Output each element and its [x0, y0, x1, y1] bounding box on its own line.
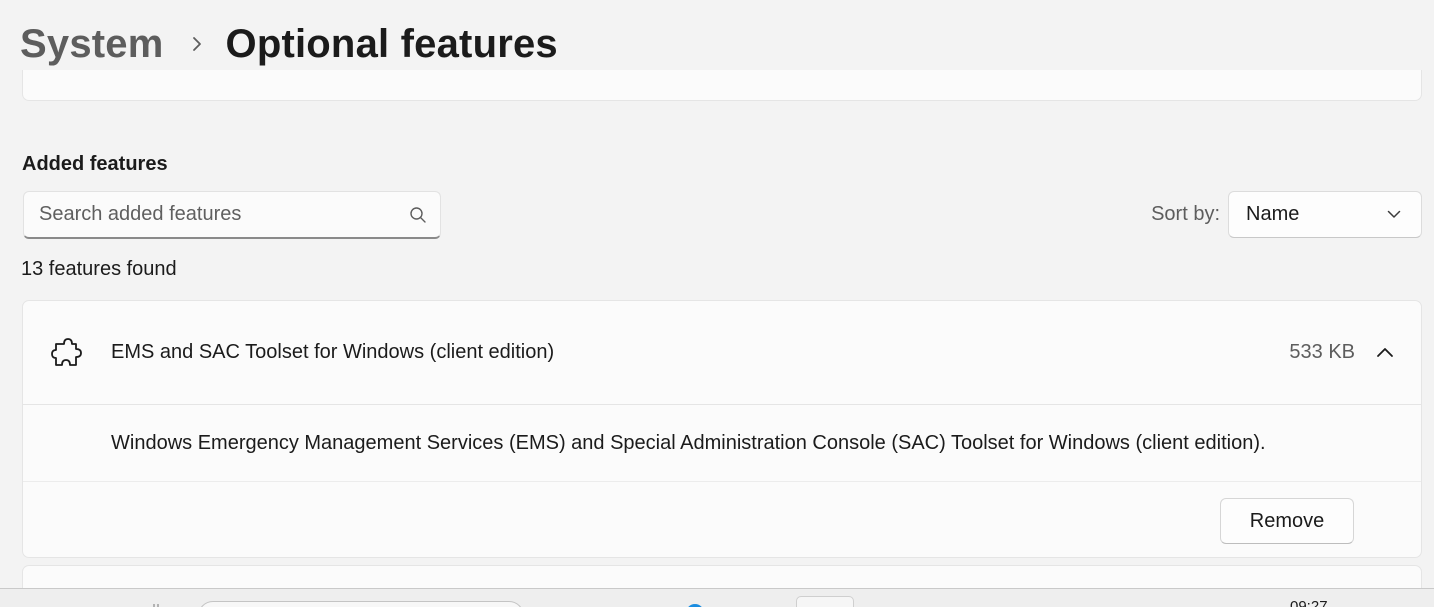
search-added-features-box [23, 191, 441, 239]
taskbar-button[interactable] [796, 596, 854, 607]
search-added-features-input[interactable] [24, 203, 396, 226]
feature-card-ems-sac: EMS and SAC Toolset for Windows (client … [22, 300, 1422, 558]
chevron-right-icon [188, 34, 206, 54]
taskbar: 09:27 [0, 588, 1434, 607]
chevron-down-icon [1387, 206, 1401, 224]
feature-name: EMS and SAC Toolset for Windows (client … [111, 341, 555, 363]
sort-by-dropdown[interactable]: Name [1228, 191, 1422, 238]
taskbar-clock[interactable]: 09:27 [1290, 599, 1328, 607]
features-found-count: 13 features found [21, 258, 177, 280]
section-title-added-features: Added features [22, 153, 168, 175]
feature-header[interactable]: EMS and SAC Toolset for Windows (client … [23, 301, 1421, 405]
chevron-up-icon[interactable] [1369, 337, 1401, 369]
feature-size: 533 KB [1289, 341, 1355, 363]
remove-button[interactable]: Remove [1220, 498, 1354, 544]
feature-actions: Remove [23, 482, 1421, 557]
taskbar-search-box[interactable] [198, 601, 524, 607]
breadcrumb: System Optional features [20, 18, 558, 70]
puzzle-icon [51, 336, 83, 370]
sort-by-value: Name [1246, 203, 1300, 225]
page-title: Optional features [225, 21, 558, 66]
sort-by-label: Sort by: [1151, 203, 1220, 225]
feature-description: Windows Emergency Management Services (E… [23, 405, 1421, 482]
taskbar-widget-icon[interactable] [152, 601, 162, 607]
previous-card-edge [22, 70, 1422, 101]
search-icon[interactable] [396, 193, 440, 237]
breadcrumb-system[interactable]: System [20, 22, 164, 67]
